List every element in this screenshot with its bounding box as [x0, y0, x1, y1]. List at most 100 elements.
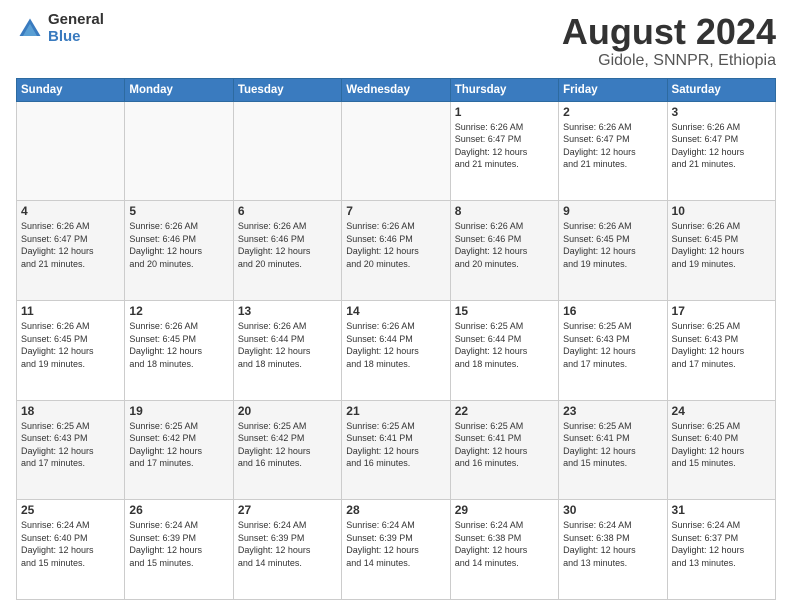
- page: General Blue August 2024 Gidole, SNNPR, …: [0, 0, 792, 612]
- day-info: Sunrise: 6:25 AM Sunset: 6:42 PM Dayligh…: [129, 420, 228, 470]
- col-thursday: Thursday: [450, 78, 558, 101]
- calendar-week-2: 11 Sunrise: 6:26 AM Sunset: 6:45 PM Dayli…: [17, 300, 776, 400]
- logo: General Blue: [16, 12, 104, 45]
- day-number: 15: [455, 304, 554, 318]
- calendar-cell: [17, 101, 125, 201]
- calendar-cell: 18Sunrise: 6:25 AM Sunset: 6:43 PM Dayli…: [17, 400, 125, 500]
- day-number: 17: [672, 304, 771, 318]
- day-info: Sunrise: 6:26 AM Sunset: 6:46 PM Dayligh…: [346, 220, 445, 270]
- day-number: 23: [563, 404, 662, 418]
- calendar-cell: 23 Sunrise: 6:25 AM Sunset: 6:41 PM Dayli…: [559, 400, 667, 500]
- day-info: Sunrise: 6:26 AM Sunset: 6:45 PM Dayligh…: [563, 220, 662, 270]
- day-info: Sunrise: 6:26 AM Sunset: 6:46 PM Dayligh…: [455, 220, 554, 270]
- day-number: 26: [129, 503, 228, 517]
- calendar-cell: 15 Sunrise: 6:25 AM Sunset: 6:44 PM Dayli…: [450, 300, 558, 400]
- day-info: Sunrise: 6:25 AM Sunset: 6:40 PM Dayligh…: [672, 420, 771, 470]
- col-friday: Friday: [559, 78, 667, 101]
- day-number: 3: [672, 105, 771, 119]
- calendar-cell: 16Sunrise: 6:25 AM Sunset: 6:43 PM Dayli…: [559, 300, 667, 400]
- day-info: Sunrise: 6:26 AM Sunset: 6:45 PM Dayligh…: [672, 220, 771, 270]
- calendar-header: Sunday Monday Tuesday Wednesday Thursday…: [17, 78, 776, 101]
- day-info: Sunrise: 6:24 AM Sunset: 6:40 PM Dayligh…: [21, 519, 120, 569]
- day-number: 6: [238, 204, 337, 218]
- day-info: Sunrise: 6:26 AM Sunset: 6:46 PM Dayligh…: [129, 220, 228, 270]
- day-number: 13: [238, 304, 337, 318]
- col-saturday: Saturday: [667, 78, 775, 101]
- col-monday: Monday: [125, 78, 233, 101]
- logo-text: General Blue: [48, 12, 104, 45]
- day-info: Sunrise: 6:26 AM Sunset: 6:45 PM Dayligh…: [21, 320, 120, 370]
- day-info: Sunrise: 6:25 AM Sunset: 6:41 PM Dayligh…: [455, 420, 554, 470]
- logo-blue-label: Blue: [48, 29, 104, 46]
- day-info: Sunrise: 6:26 AM Sunset: 6:44 PM Dayligh…: [346, 320, 445, 370]
- day-info: Sunrise: 6:26 AM Sunset: 6:44 PM Dayligh…: [238, 320, 337, 370]
- day-number: 30: [563, 503, 662, 517]
- day-number: 9: [563, 204, 662, 218]
- day-info: Sunrise: 6:24 AM Sunset: 6:39 PM Dayligh…: [346, 519, 445, 569]
- calendar-cell: 17Sunrise: 6:25 AM Sunset: 6:43 PM Dayli…: [667, 300, 775, 400]
- day-number: 11: [21, 304, 120, 318]
- calendar-week-0: 1 Sunrise: 6:26 AM Sunset: 6:47 PM Daylig…: [17, 101, 776, 201]
- day-number: 5: [129, 204, 228, 218]
- day-info: Sunrise: 6:24 AM Sunset: 6:39 PM Dayligh…: [238, 519, 337, 569]
- col-wednesday: Wednesday: [342, 78, 450, 101]
- day-info: Sunrise: 6:26 AM Sunset: 6:47 PM Dayligh…: [21, 220, 120, 270]
- calendar-cell: 12 Sunrise: 6:26 AM Sunset: 6:45 PM Dayli…: [125, 300, 233, 400]
- day-number: 20: [238, 404, 337, 418]
- calendar-cell: [233, 101, 341, 201]
- calendar-cell: 28 Sunrise: 6:24 AM Sunset: 6:39 PM Dayli…: [342, 500, 450, 600]
- calendar-cell: 25Sunrise: 6:24 AM Sunset: 6:40 PM Dayli…: [17, 500, 125, 600]
- calendar-cell: 9 Sunrise: 6:26 AM Sunset: 6:45 PM Daylig…: [559, 201, 667, 301]
- day-number: 29: [455, 503, 554, 517]
- day-info: Sunrise: 6:25 AM Sunset: 6:42 PM Dayligh…: [238, 420, 337, 470]
- day-info: Sunrise: 6:24 AM Sunset: 6:38 PM Dayligh…: [563, 519, 662, 569]
- day-info: Sunrise: 6:26 AM Sunset: 6:47 PM Dayligh…: [455, 121, 554, 171]
- title-section: August 2024 Gidole, SNNPR, Ethiopia: [562, 12, 776, 70]
- calendar-week-3: 18Sunrise: 6:25 AM Sunset: 6:43 PM Dayli…: [17, 400, 776, 500]
- day-number: 2: [563, 105, 662, 119]
- col-sunday: Sunday: [17, 78, 125, 101]
- calendar-cell: [342, 101, 450, 201]
- day-number: 7: [346, 204, 445, 218]
- day-number: 16: [563, 304, 662, 318]
- calendar-cell: 5 Sunrise: 6:26 AM Sunset: 6:46 PM Daylig…: [125, 201, 233, 301]
- day-number: 12: [129, 304, 228, 318]
- calendar-cell: 30 Sunrise: 6:24 AM Sunset: 6:38 PM Dayli…: [559, 500, 667, 600]
- main-title: August 2024: [562, 12, 776, 52]
- calendar-cell: 4 Sunrise: 6:26 AM Sunset: 6:47 PM Daylig…: [17, 201, 125, 301]
- day-info: Sunrise: 6:26 AM Sunset: 6:47 PM Dayligh…: [563, 121, 662, 171]
- day-number: 27: [238, 503, 337, 517]
- calendar-cell: 7 Sunrise: 6:26 AM Sunset: 6:46 PM Daylig…: [342, 201, 450, 301]
- calendar-cell: 6Sunrise: 6:26 AM Sunset: 6:46 PM Daylig…: [233, 201, 341, 301]
- calendar-cell: 21 Sunrise: 6:25 AM Sunset: 6:41 PM Dayli…: [342, 400, 450, 500]
- logo-general-label: General: [48, 12, 104, 29]
- day-number: 1: [455, 105, 554, 119]
- calendar-cell: 22 Sunrise: 6:25 AM Sunset: 6:41 PM Dayli…: [450, 400, 558, 500]
- logo-icon: [16, 15, 44, 43]
- day-info: Sunrise: 6:25 AM Sunset: 6:41 PM Dayligh…: [346, 420, 445, 470]
- day-info: Sunrise: 6:25 AM Sunset: 6:44 PM Dayligh…: [455, 320, 554, 370]
- day-number: 28: [346, 503, 445, 517]
- header-row: Sunday Monday Tuesday Wednesday Thursday…: [17, 78, 776, 101]
- day-number: 31: [672, 503, 771, 517]
- day-number: 8: [455, 204, 554, 218]
- day-number: 22: [455, 404, 554, 418]
- day-number: 14: [346, 304, 445, 318]
- day-number: 4: [21, 204, 120, 218]
- header: General Blue August 2024 Gidole, SNNPR, …: [16, 12, 776, 70]
- day-info: Sunrise: 6:24 AM Sunset: 6:39 PM Dayligh…: [129, 519, 228, 569]
- calendar-cell: 13 Sunrise: 6:26 AM Sunset: 6:44 PM Dayli…: [233, 300, 341, 400]
- calendar-cell: 31 Sunrise: 6:24 AM Sunset: 6:37 PM Dayli…: [667, 500, 775, 600]
- day-info: Sunrise: 6:25 AM Sunset: 6:41 PM Dayligh…: [563, 420, 662, 470]
- day-number: 21: [346, 404, 445, 418]
- day-number: 24: [672, 404, 771, 418]
- col-tuesday: Tuesday: [233, 78, 341, 101]
- calendar-cell: 8 Sunrise: 6:26 AM Sunset: 6:46 PM Daylig…: [450, 201, 558, 301]
- calendar-cell: 3Sunrise: 6:26 AM Sunset: 6:47 PM Daylig…: [667, 101, 775, 201]
- day-info: Sunrise: 6:24 AM Sunset: 6:37 PM Dayligh…: [672, 519, 771, 569]
- day-info: Sunrise: 6:26 AM Sunset: 6:45 PM Dayligh…: [129, 320, 228, 370]
- calendar-cell: 26 Sunrise: 6:24 AM Sunset: 6:39 PM Dayli…: [125, 500, 233, 600]
- day-number: 19: [129, 404, 228, 418]
- calendar-cell: 10Sunrise: 6:26 AM Sunset: 6:45 PM Dayli…: [667, 201, 775, 301]
- calendar-cell: [125, 101, 233, 201]
